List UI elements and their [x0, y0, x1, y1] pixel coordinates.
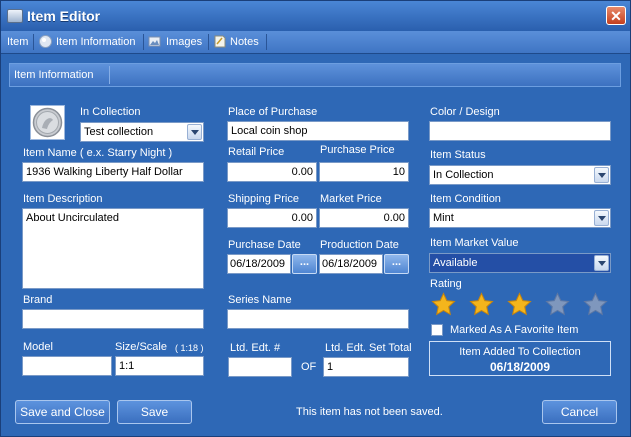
- item-added-label: Item Added To Collection: [459, 346, 581, 358]
- favorite-label: Marked As A Favorite Item: [450, 324, 579, 336]
- size-scale-field[interactable]: 1:1: [115, 356, 204, 376]
- brand-label: Brand: [23, 294, 53, 306]
- section-title: Item Information: [14, 69, 94, 81]
- item-market-value-label: Item Market Value: [430, 237, 519, 249]
- item-image-thumbnail[interactable]: [30, 105, 65, 140]
- retail-price-label: Retail Price: [228, 146, 285, 158]
- app-icon: [7, 9, 23, 23]
- item-description-label: Item Description: [23, 193, 103, 205]
- tab-item-information-label: Item Information: [56, 36, 136, 48]
- ltd-edition-total-label: Ltd. Edt. Set Total: [325, 342, 412, 354]
- item-condition-select[interactable]: Mint: [429, 208, 611, 228]
- item-market-value-value: Available: [433, 257, 478, 269]
- tab-images[interactable]: Images: [148, 31, 206, 53]
- item-status-value: In Collection: [433, 169, 494, 181]
- save-button[interactable]: Save: [117, 400, 192, 424]
- tab-notes-label: Notes: [230, 36, 259, 48]
- window-title: Item Editor: [27, 8, 101, 24]
- section-header: Item Information: [9, 63, 621, 87]
- info-icon: [39, 35, 52, 48]
- cancel-button[interactable]: Cancel: [542, 400, 617, 424]
- purchase-date-picker-button[interactable]: ...: [292, 254, 317, 274]
- shipping-price-field[interactable]: 0.00: [227, 208, 317, 228]
- tab-item-information[interactable]: Item Information: [39, 31, 141, 53]
- tab-item[interactable]: Item: [7, 31, 33, 53]
- favorite-checkbox[interactable]: [431, 324, 443, 336]
- tab-bar: Item Item Information Images Notes: [1, 31, 630, 54]
- star-filled-icon[interactable]: [469, 292, 494, 317]
- item-name-field[interactable]: 1936 Walking Liberty Half Dollar: [22, 162, 204, 182]
- ltd-edition-number-field[interactable]: [228, 357, 292, 377]
- purchase-date-label: Purchase Date: [228, 239, 301, 251]
- shipping-price-label: Shipping Price: [228, 193, 299, 205]
- production-date-field[interactable]: 06/18/2009: [319, 254, 383, 274]
- save-and-close-button[interactable]: Save and Close: [15, 400, 110, 424]
- series-name-field[interactable]: [227, 309, 409, 329]
- purchase-date-field[interactable]: 06/18/2009: [227, 254, 291, 274]
- images-icon: [148, 36, 161, 47]
- place-of-purchase-field[interactable]: Local coin shop: [227, 121, 409, 141]
- size-scale-label: Size/Scale: [115, 341, 167, 353]
- series-name-label: Series Name: [228, 294, 292, 306]
- item-added-box: Item Added To Collection 06/18/2009: [429, 341, 611, 376]
- item-name-label: Item Name ( e.x. Starry Night ): [23, 147, 173, 159]
- rating-label: Rating: [430, 278, 462, 290]
- item-status-select[interactable]: In Collection: [429, 165, 611, 185]
- item-description-textarea[interactable]: About Uncirculated: [22, 208, 204, 289]
- in-collection-label: In Collection: [80, 106, 141, 118]
- item-market-value-select[interactable]: Available: [429, 253, 611, 273]
- market-price-label: Market Price: [320, 193, 382, 205]
- color-design-field[interactable]: [429, 121, 611, 141]
- of-label: OF: [301, 361, 317, 373]
- production-date-picker-button[interactable]: ...: [384, 254, 409, 274]
- section-divider: [109, 66, 110, 84]
- brand-field[interactable]: [22, 309, 204, 329]
- market-price-field[interactable]: 0.00: [319, 208, 409, 228]
- chevron-down-icon[interactable]: [594, 167, 609, 183]
- model-field[interactable]: [22, 356, 112, 376]
- star-filled-icon[interactable]: [431, 292, 456, 317]
- item-condition-value: Mint: [433, 212, 454, 224]
- tab-item-label: Item: [7, 36, 29, 48]
- chevron-down-icon[interactable]: [187, 124, 202, 140]
- chevron-down-icon[interactable]: [594, 210, 609, 226]
- tab-separator: [143, 34, 144, 50]
- production-date-label: Production Date: [320, 239, 399, 251]
- ltd-edition-number-label: Ltd. Edt. #: [230, 342, 281, 354]
- purchase-price-field[interactable]: 10: [319, 162, 409, 182]
- tab-separator: [266, 34, 267, 50]
- coin-icon: [32, 107, 63, 138]
- close-button[interactable]: ✕: [606, 6, 626, 25]
- color-design-label: Color / Design: [430, 106, 500, 118]
- model-label: Model: [23, 341, 53, 353]
- chevron-down-icon[interactable]: [594, 255, 609, 271]
- item-status-label: Item Status: [430, 149, 486, 161]
- tab-separator: [208, 34, 209, 50]
- item-editor-window: Item Editor ✕ Item Item Information Imag…: [0, 0, 631, 437]
- item-condition-label: Item Condition: [430, 193, 501, 205]
- in-collection-select[interactable]: Test collection: [80, 122, 204, 142]
- in-collection-value: Test collection: [84, 126, 154, 138]
- tab-separator: [33, 34, 34, 50]
- save-status-text: This item has not been saved.: [296, 406, 443, 418]
- size-scale-hint: ( 1:18 ): [175, 343, 204, 353]
- star-empty-icon[interactable]: [545, 292, 570, 317]
- star-filled-icon[interactable]: [507, 292, 532, 317]
- place-of-purchase-label: Place of Purchase: [228, 106, 318, 118]
- item-added-date: 06/18/2009: [489, 360, 551, 374]
- tab-notes[interactable]: Notes: [213, 31, 265, 53]
- retail-price-field[interactable]: 0.00: [227, 162, 317, 182]
- ltd-edition-total-field[interactable]: 1: [323, 357, 409, 377]
- purchase-price-label: Purchase Price: [320, 144, 395, 156]
- notes-icon: [214, 35, 226, 48]
- tab-images-label: Images: [166, 36, 203, 48]
- star-empty-icon[interactable]: [583, 292, 608, 317]
- title-bar[interactable]: Item Editor ✕: [1, 1, 630, 31]
